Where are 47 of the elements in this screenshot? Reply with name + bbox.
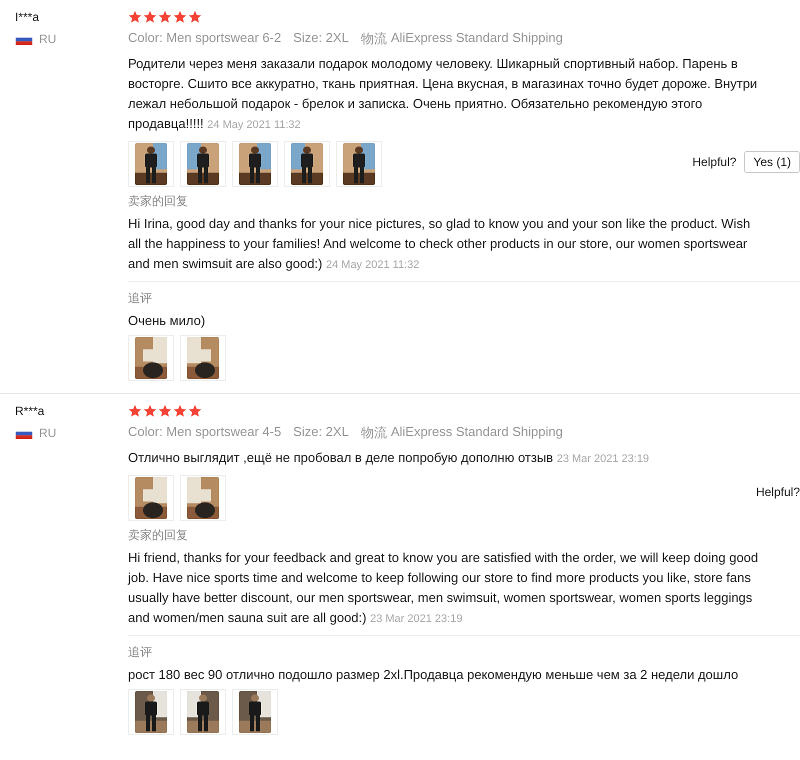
star-icon xyxy=(128,404,142,418)
shipping-label: 物流 xyxy=(360,424,387,442)
shipping-label: 物流 xyxy=(360,30,387,48)
photo-thumbnail[interactable] xyxy=(180,475,226,521)
photo-thumbnail[interactable] xyxy=(336,141,382,187)
yes-button[interactable]: Yes (1) xyxy=(744,151,800,173)
photo-thumbnail[interactable] xyxy=(128,335,174,381)
follow-up-label: 追评 xyxy=(128,290,153,307)
review-text: Отлично выглядит ,ещё не пробовал в деле попробую дополню отзыв 23 Mar 2021 23:19 xyxy=(128,449,650,467)
photo-thumbnail[interactable] xyxy=(128,475,174,521)
review-text: Родители через меня заказали подарок молодому человеку. Шикарный спортивный набор. Парень в восторге. Сшито все аккуратно, ткань приятная. Цена вкусная, в магазинах точно будет дороже. Внутри лежал небольшой подарок - брелок и записка. Очень приятно. Обязательно рекомендую этого продавца!!!!! 24 May 2021 11:32 xyxy=(128,55,758,133)
follow-up-text: рост 180 вес 90 отлично подошло размер 2xl.Продавца рекомендую меньше чем за 2 недели дошло xyxy=(128,666,740,684)
user-name: I***a xyxy=(15,10,40,24)
helpful-label: Helpful? xyxy=(692,155,736,169)
photo-thumbnail[interactable] xyxy=(232,141,278,187)
country-code: RU xyxy=(39,32,56,46)
photo-thumbnail[interactable] xyxy=(284,141,330,187)
star-icon xyxy=(143,10,157,24)
photo-thumbnail[interactable] xyxy=(128,141,174,187)
photo-thumbnail[interactable] xyxy=(180,141,226,187)
star-icon xyxy=(188,404,202,418)
helpful-label: Helpful? xyxy=(756,485,800,499)
star-icon xyxy=(173,10,187,24)
seller-reply-text: Hi friend, thanks for your feedback and great to know you are satisfied with the order, we will keep doing good job. Have nice sports time and welcome to keep following our store to find more products you like, store fans usually have better discount, our men sportswear, men swimsuit, women sportswear, women sports leggings and women/men sauna suit are all good:) 23 Mar 2021 23:19 xyxy=(128,549,760,627)
star-icon xyxy=(173,404,187,418)
shipping-method: AliExpress Standard Shipping xyxy=(390,424,563,441)
star-icon xyxy=(143,404,157,418)
photo-thumbnail[interactable] xyxy=(180,335,226,381)
star-icon xyxy=(128,10,142,24)
seller-reply-text: Hi Irina, good day and thanks for your nice pictures, so glad to know you and your son like the product. Wish all the happiness to your families! And welcome to check other products in our store, our women sportswear and men swimsuit are also good:) 24 May 2021 11:32 xyxy=(128,215,752,273)
color-option: Color: Men sportswear 6-2 xyxy=(128,30,282,48)
seller-reply-label: 卖家的回复 xyxy=(128,193,189,210)
star-icon xyxy=(158,10,172,24)
follow-up-label: 追评 xyxy=(128,644,153,661)
shipping-method: AliExpress Standard Shipping xyxy=(390,30,563,47)
photo-thumbnail[interactable] xyxy=(232,689,278,735)
size-option: Size: 2XL xyxy=(293,30,349,48)
country-code: RU xyxy=(39,426,56,440)
user-name: R***a xyxy=(15,404,46,418)
color-option: Color: Men sportswear 4-5 xyxy=(128,424,282,442)
star-icon xyxy=(158,404,172,418)
seller-reply-label: 卖家的回复 xyxy=(128,527,189,544)
photo-thumbnail[interactable] xyxy=(180,689,226,735)
follow-up-text: Очень мило) xyxy=(128,312,206,330)
photo-thumbnail[interactable] xyxy=(128,689,174,735)
size-option: Size: 2XL xyxy=(293,424,349,442)
star-icon xyxy=(188,10,202,24)
